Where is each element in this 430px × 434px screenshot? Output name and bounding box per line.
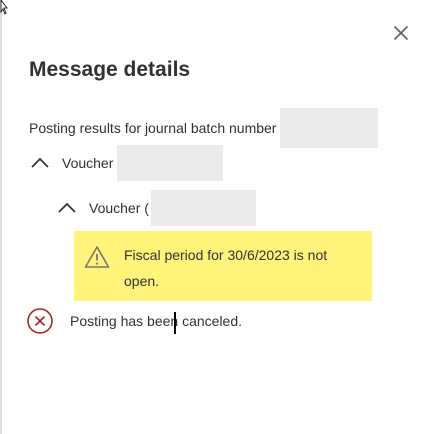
posting-summary: Posting results for journal batch number <box>29 108 379 148</box>
error-circle-icon <box>27 308 53 334</box>
resize-cursor-icon <box>0 0 8 15</box>
message-details-panel: Message details Posting results for jour… <box>0 0 430 434</box>
panel-left-border <box>0 0 2 434</box>
close-button[interactable] <box>388 20 414 46</box>
voucher-group-toggle[interactable]: Voucher <box>30 145 224 181</box>
text-cursor <box>174 312 176 334</box>
dialog-title: Message details <box>29 58 191 81</box>
error-text: Posting has been canceled. <box>70 313 243 329</box>
voucher-group-label: Voucher <box>62 155 114 171</box>
close-icon <box>393 25 409 41</box>
redacted-voucher-number <box>117 145 224 181</box>
redacted-batch-number <box>280 108 379 148</box>
redacted-voucher-number <box>150 190 256 226</box>
warning-text: Fiscal period for 30/6/2023 is not open. <box>124 247 328 289</box>
voucher-subgroup-label: Voucher ( <box>89 200 149 216</box>
chevron-up-icon <box>57 200 79 216</box>
posting-summary-label: Posting results for journal batch number <box>29 120 277 136</box>
chevron-up-icon <box>30 155 52 171</box>
error-message: Posting has been canceled. <box>26 307 242 335</box>
warning-message: Fiscal period for 30/6/2023 is not open. <box>74 231 372 301</box>
voucher-subgroup-toggle[interactable]: Voucher ( <box>57 190 256 226</box>
warning-triangle-icon <box>84 246 110 268</box>
